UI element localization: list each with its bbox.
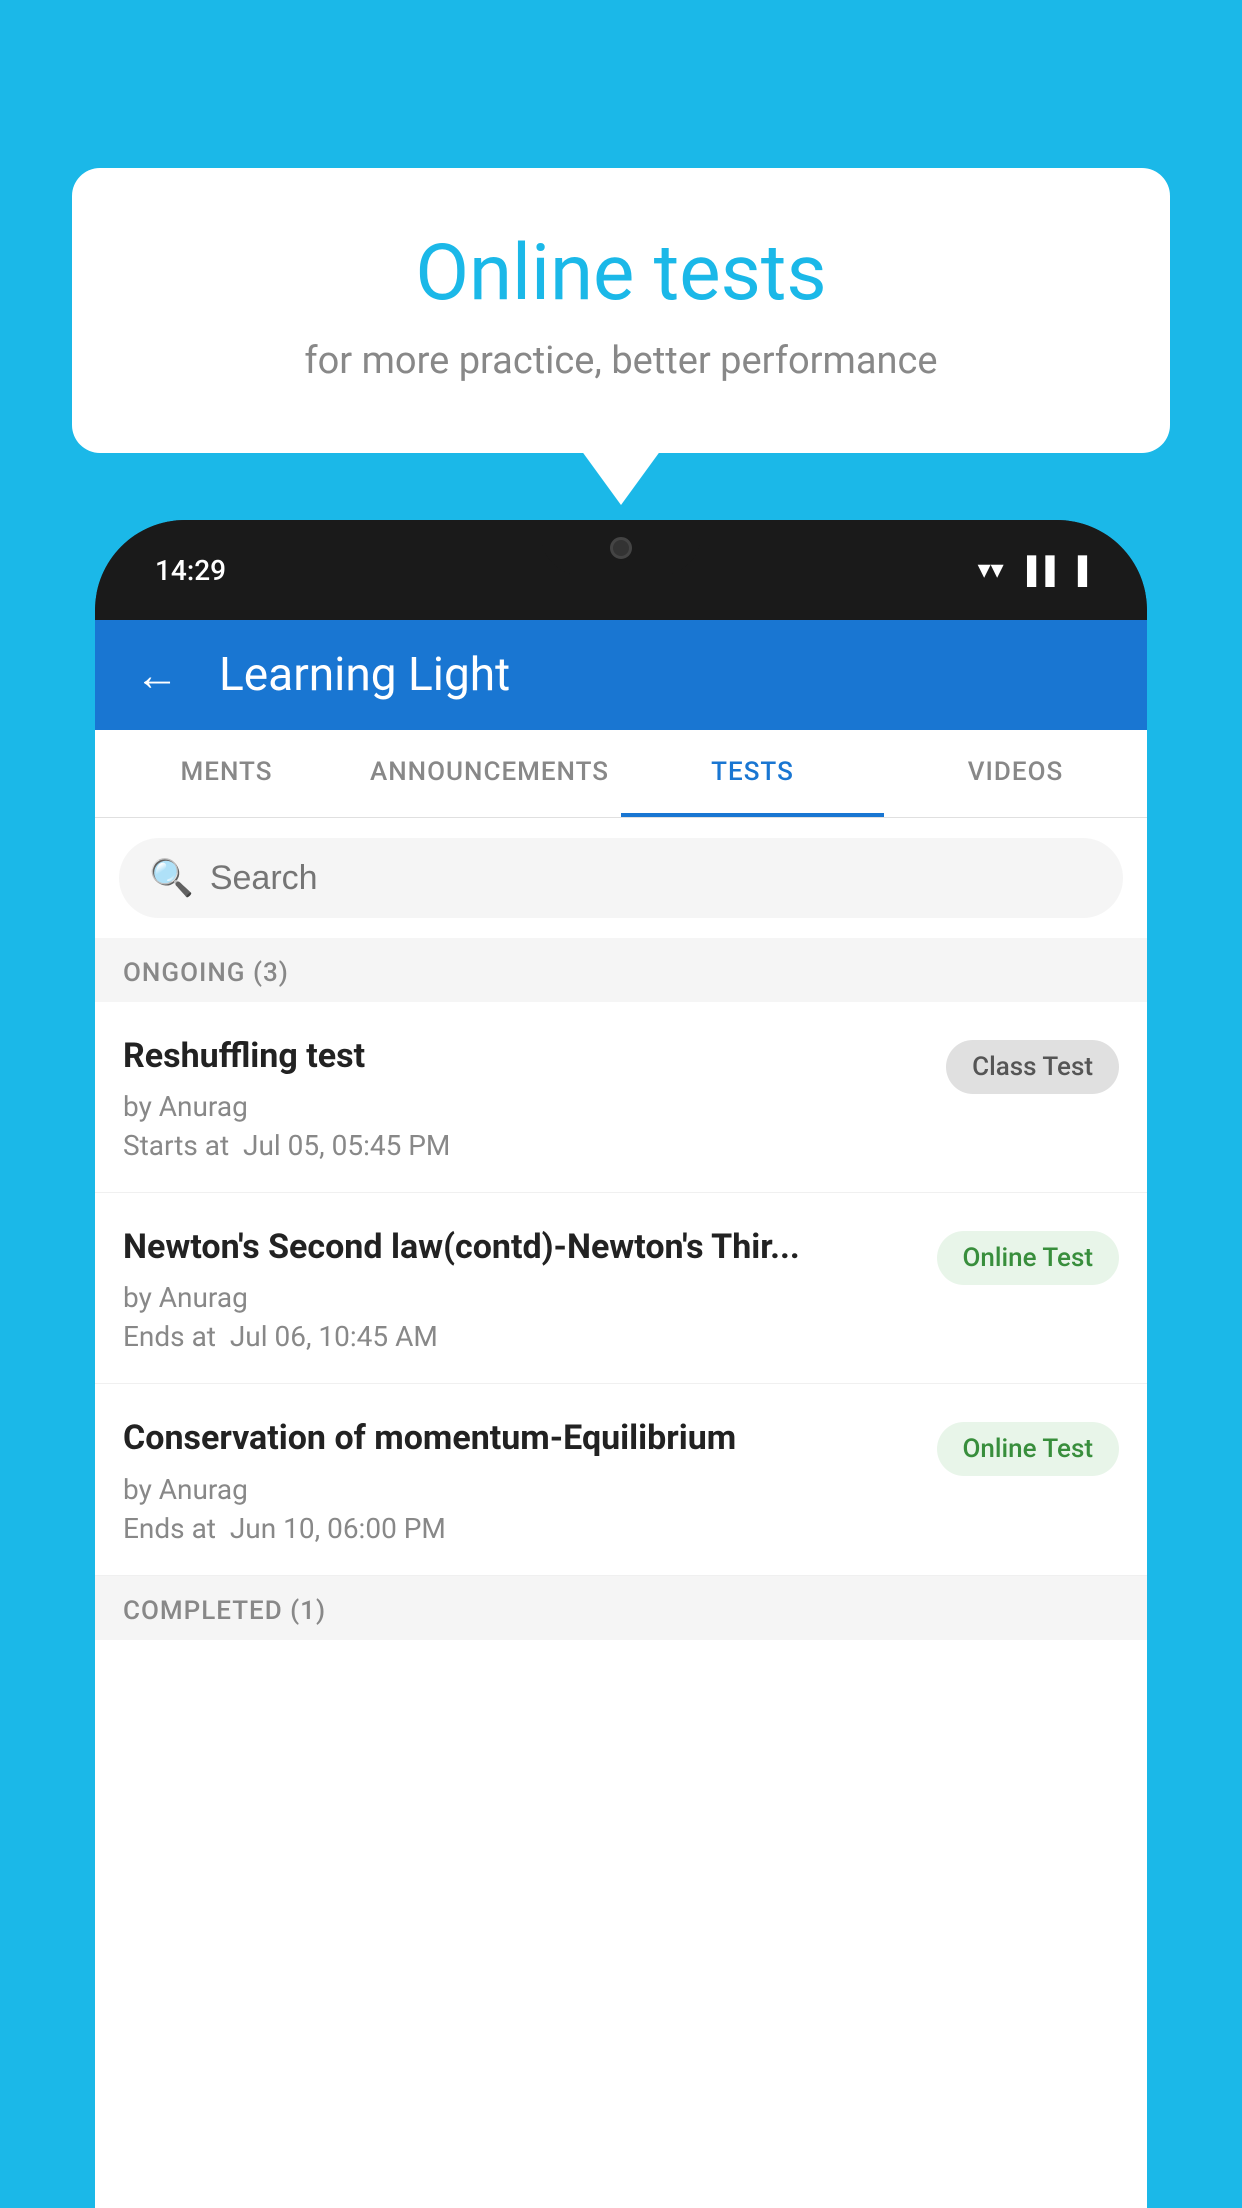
tab-videos[interactable]: VIDEOS (884, 730, 1147, 817)
test-name: Newton's Second law(contd)-Newton's Thir… (123, 1225, 913, 1269)
test-badge: Online Test (937, 1231, 1120, 1285)
test-time: Ends at Jun 10, 06:00 PM (123, 1512, 913, 1545)
completed-section-label: COMPLETED (1) (95, 1576, 1147, 1640)
tab-announcements[interactable]: ANNOUNCEMENTS (358, 730, 621, 817)
test-name: Reshuffling test (123, 1034, 922, 1078)
notch (541, 520, 701, 575)
search-icon: 🔍 (149, 857, 194, 899)
test-by: by Anurag (123, 1281, 913, 1314)
phone-frame: 14:29 ▾▾ ▐▐ ▐ ← Learning Light MENTS ANN… (95, 520, 1147, 2208)
search-input[interactable] (210, 859, 1093, 898)
test-name: Conservation of momentum-Equilibrium (123, 1416, 913, 1460)
status-time: 14:29 (155, 554, 226, 587)
test-time: Ends at Jul 06, 10:45 AM (123, 1320, 913, 1353)
signal-icon: ▐▐ (1018, 555, 1055, 586)
tab-bar: MENTS ANNOUNCEMENTS TESTS VIDEOS (95, 730, 1147, 818)
tab-tests[interactable]: TESTS (621, 730, 884, 817)
test-info: Newton's Second law(contd)-Newton's Thir… (123, 1225, 937, 1353)
ongoing-section-label: ONGOING (3) (95, 938, 1147, 1002)
test-item[interactable]: Conservation of momentum-Equilibrium by … (95, 1384, 1147, 1575)
wifi-icon: ▾▾ (978, 555, 1004, 585)
speech-bubble-title: Online tests (152, 228, 1090, 319)
back-arrow-icon[interactable]: ← (135, 649, 179, 701)
test-badge: Online Test (937, 1422, 1120, 1476)
test-info: Conservation of momentum-Equilibrium by … (123, 1416, 937, 1544)
speech-bubble: Online tests for more practice, better p… (72, 168, 1170, 453)
battery-icon: ▐ (1069, 555, 1087, 586)
app-title: Learning Light (219, 648, 510, 702)
test-item[interactable]: Reshuffling test by Anurag Starts at Jul… (95, 1002, 1147, 1193)
test-by: by Anurag (123, 1090, 922, 1123)
test-by: by Anurag (123, 1473, 913, 1506)
status-icons: ▾▾ ▐▐ ▐ (978, 555, 1087, 586)
test-time: Starts at Jul 05, 05:45 PM (123, 1129, 922, 1162)
app-header: ← Learning Light (95, 620, 1147, 730)
test-info: Reshuffling test by Anurag Starts at Jul… (123, 1034, 946, 1162)
speech-bubble-subtitle: for more practice, better performance (152, 339, 1090, 383)
search-bar[interactable]: 🔍 (119, 838, 1123, 918)
tab-ments[interactable]: MENTS (95, 730, 358, 817)
front-camera (610, 537, 632, 559)
test-item[interactable]: Newton's Second law(contd)-Newton's Thir… (95, 1193, 1147, 1384)
phone-screen: ← Learning Light MENTS ANNOUNCEMENTS TES… (95, 620, 1147, 2208)
status-bar: 14:29 ▾▾ ▐▐ ▐ (95, 520, 1147, 620)
test-badge: Class Test (946, 1040, 1119, 1094)
